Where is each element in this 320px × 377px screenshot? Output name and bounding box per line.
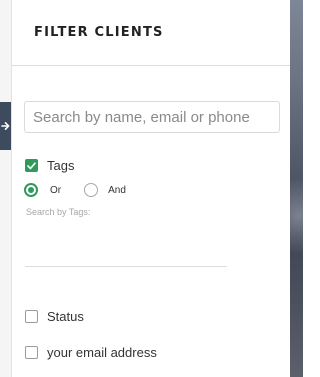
- filter-panel: FILTER CLIENTS Tags Or And: [11, 0, 290, 377]
- panel-header: FILTER CLIENTS: [12, 0, 290, 66]
- tags-checkbox-row[interactable]: Tags: [25, 158, 74, 173]
- radio-or-button[interactable]: [24, 183, 38, 197]
- tags-match-options: Or And: [24, 183, 126, 197]
- status-checkbox[interactable]: [25, 310, 38, 323]
- tags-checkbox[interactable]: [25, 159, 38, 172]
- email-checkbox[interactable]: [25, 346, 38, 359]
- status-checkbox-row[interactable]: Status: [25, 309, 84, 324]
- radio-and[interactable]: And: [84, 183, 126, 197]
- panel-title: FILTER CLIENTS: [34, 25, 164, 40]
- status-label: Status: [47, 309, 84, 324]
- panel-toggle-button[interactable]: [0, 102, 11, 150]
- email-checkbox-row[interactable]: your email address: [25, 345, 157, 360]
- left-edge: [0, 0, 11, 377]
- radio-or-label: Or: [50, 184, 62, 196]
- radio-or[interactable]: Or: [24, 183, 61, 197]
- tags-label: Tags: [47, 158, 75, 173]
- radio-and-button[interactable]: [84, 183, 99, 197]
- tags-search-hint: Search by Tags:: [26, 207, 91, 217]
- search-input[interactable]: [24, 101, 280, 133]
- background-image: [290, 0, 303, 377]
- filter-page: FILTER CLIENTS Tags Or And: [0, 0, 303, 377]
- divider: [25, 266, 227, 267]
- email-label: your email address: [47, 345, 157, 360]
- checkmark-icon: [27, 157, 36, 175]
- radio-and-label: And: [108, 184, 126, 196]
- arrow-right-icon: [1, 121, 10, 131]
